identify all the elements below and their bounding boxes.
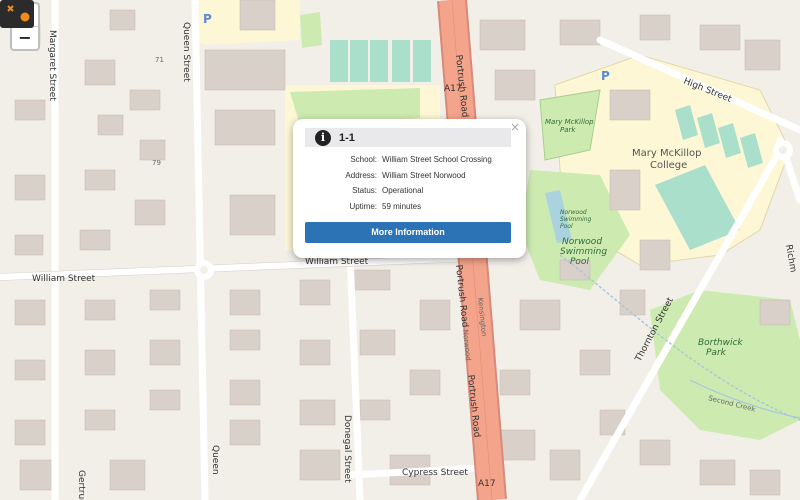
street-label-margaret: Margaret Street bbox=[47, 30, 57, 101]
popup-label-uptime: Uptime: bbox=[349, 202, 377, 211]
svg-text:P: P bbox=[203, 12, 212, 26]
street-label-cypress: Cypress Street bbox=[402, 468, 468, 478]
street-label-william-west: William Street bbox=[32, 274, 96, 284]
popup-row-uptime: Uptime: 59 minutes bbox=[305, 202, 525, 211]
svg-text:P: P bbox=[601, 69, 610, 83]
street-label-queen-top: Queen Street bbox=[181, 22, 191, 82]
popup-row-address: Address: William Street Norwood bbox=[305, 171, 525, 180]
road-ref-a17-top: A17 bbox=[444, 84, 462, 94]
street-label-gertrude: Gertrud bbox=[76, 470, 86, 500]
popup-row-school: School: William Street School Crossing bbox=[305, 155, 525, 164]
popup-label-address: Address: bbox=[345, 171, 377, 180]
popup-value-school: William Street School Crossing bbox=[382, 155, 492, 164]
crossing-marker-icon[interactable] bbox=[0, 0, 34, 28]
zoom-out-button[interactable]: − bbox=[12, 26, 38, 49]
popup-title: 1-1 bbox=[339, 131, 355, 144]
popup-value-status: Operational bbox=[382, 186, 424, 195]
popup-row-status: Status: Operational bbox=[305, 186, 525, 195]
road-ref-a17-bottom: A17 bbox=[478, 479, 496, 489]
popup-value-uptime: 59 minutes bbox=[382, 202, 422, 211]
info-icon: i bbox=[315, 129, 331, 146]
more-information-button[interactable]: More Information bbox=[305, 222, 511, 243]
popup-value-address: William Street Norwood bbox=[382, 171, 466, 180]
street-label-queen-bottom: Queen bbox=[210, 445, 220, 475]
popup-header: i 1-1 bbox=[305, 128, 511, 147]
house-number-79: 79 bbox=[152, 159, 161, 167]
popup-label-status: Status: bbox=[352, 186, 377, 195]
map-view[interactable]: William Street William Street Margaret S… bbox=[0, 0, 800, 500]
popup-label-school: School: bbox=[350, 155, 377, 164]
house-number-71: 71 bbox=[155, 56, 164, 64]
street-label-donegal: Donegal Street bbox=[342, 415, 352, 483]
popup-close-button[interactable]: × bbox=[510, 120, 520, 134]
info-popup: × i 1-1 School: William Street School Cr… bbox=[293, 119, 526, 258]
street-label-william-east: William Street bbox=[305, 257, 369, 267]
